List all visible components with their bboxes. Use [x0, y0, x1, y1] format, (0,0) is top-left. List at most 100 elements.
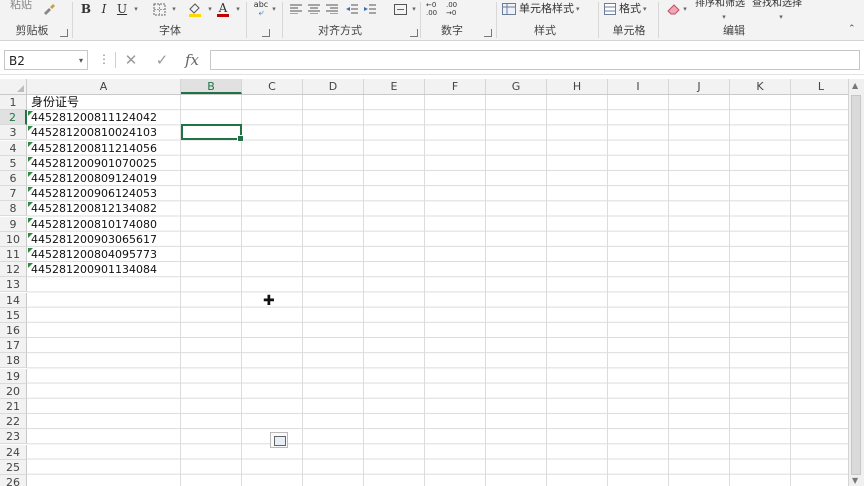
format-button[interactable]: 格式 ▾: [604, 0, 652, 18]
merge-dropdown[interactable]: ▾: [410, 0, 418, 18]
cell-value[interactable]: 445281200901070025: [31, 156, 157, 171]
underline-button[interactable]: U: [114, 0, 130, 18]
row-header-25[interactable]: 25: [0, 459, 27, 475]
column-header-a[interactable]: A: [27, 79, 181, 94]
decrease-indent-icon[interactable]: [344, 0, 360, 18]
merge-icon[interactable]: [392, 0, 408, 18]
cell-value[interactable]: 445281200811124042: [31, 110, 157, 125]
fill-handle[interactable]: [237, 135, 244, 142]
wrap-text-icon[interactable]: abc ⤶: [252, 0, 270, 18]
decrease-decimal-button[interactable]: ←0 .00: [426, 0, 444, 18]
column-header-k[interactable]: K: [730, 79, 791, 94]
column-header-d[interactable]: D: [303, 79, 364, 94]
text-number-warning-icon[interactable]: [28, 232, 33, 238]
row-header-23[interactable]: 23: [0, 429, 27, 445]
eraser-icon[interactable]: ▾: [664, 0, 690, 18]
row-header-14[interactable]: 14: [0, 292, 27, 308]
active-cell[interactable]: [181, 124, 244, 142]
row-header-5[interactable]: 5: [0, 155, 27, 171]
paste-options-icon[interactable]: [270, 432, 288, 448]
name-box[interactable]: B2 ▾: [4, 50, 88, 70]
cell-value[interactable]: 445281200809124019: [31, 171, 157, 186]
column-header-l[interactable]: L: [791, 79, 848, 94]
row-header-4[interactable]: 4: [0, 140, 27, 156]
cell-value[interactable]: 445281200901134084: [31, 262, 157, 277]
row-header-12[interactable]: 12: [0, 262, 27, 278]
text-number-warning-icon[interactable]: [28, 141, 33, 147]
name-box-dropdown-icon[interactable]: ▾: [79, 51, 83, 71]
insert-function-icon[interactable]: fx: [180, 50, 204, 70]
align-right-icon[interactable]: [324, 0, 340, 18]
underline-dropdown[interactable]: ▾: [132, 0, 140, 18]
enter-icon[interactable]: ✓: [150, 50, 174, 70]
scroll-down-icon[interactable]: ▼: [852, 476, 858, 485]
row-header-18[interactable]: 18: [0, 353, 27, 369]
text-number-warning-icon[interactable]: [28, 248, 33, 253]
column-header-c[interactable]: C: [242, 79, 303, 94]
row-header-8[interactable]: 8: [0, 201, 27, 217]
row-header-16[interactable]: 16: [0, 323, 27, 338]
cell-value[interactable]: 445281200903065617: [31, 232, 157, 247]
row-header-1[interactable]: 1: [0, 95, 27, 110]
row-header-20[interactable]: 20: [0, 383, 27, 399]
brush-icon[interactable]: [40, 0, 58, 18]
bold-button[interactable]: B: [78, 0, 94, 18]
row-header-13[interactable]: 13: [0, 277, 27, 293]
row-header-11[interactable]: 11: [0, 247, 27, 262]
row-header-10[interactable]: 10: [0, 231, 27, 247]
border-dropdown[interactable]: ▾: [170, 0, 178, 18]
increase-indent-icon[interactable]: [362, 0, 378, 18]
row-header-19[interactable]: 19: [0, 368, 27, 384]
cell-area[interactable]: 身份证号 445281200811124042 445281200810024103…: [27, 95, 848, 486]
find-select-dropdown[interactable]: ▾: [777, 8, 785, 26]
column-header-b[interactable]: B: [181, 79, 242, 94]
row-header-24[interactable]: 24: [0, 444, 27, 460]
formula-input[interactable]: [210, 50, 860, 70]
align-center-icon[interactable]: [306, 0, 322, 18]
italic-button[interactable]: I: [96, 0, 112, 18]
cell-style-button[interactable]: 单元格样式 ▾: [502, 0, 594, 18]
text-number-warning-icon[interactable]: [28, 202, 33, 208]
text-number-warning-icon[interactable]: [28, 172, 33, 177]
row-header-17[interactable]: 17: [0, 338, 27, 354]
text-number-warning-icon[interactable]: [28, 263, 33, 269]
row-header-3[interactable]: 3: [0, 125, 27, 141]
cancel-icon[interactable]: ✕: [119, 50, 143, 70]
column-header-g[interactable]: G: [486, 79, 547, 94]
scroll-thumb[interactable]: [851, 95, 861, 475]
vertical-scrollbar[interactable]: ▲ ▼: [848, 79, 864, 486]
cell-value[interactable]: 445281200906124053: [31, 186, 157, 201]
text-number-warning-icon[interactable]: [28, 111, 33, 117]
fill-dropdown[interactable]: ▾: [206, 0, 214, 18]
row-header-15[interactable]: 15: [0, 307, 27, 323]
fill-bucket-icon[interactable]: [186, 0, 204, 18]
wrap-dropdown[interactable]: ▾: [270, 0, 278, 18]
cell-value[interactable]: 445281200810024103: [31, 125, 157, 140]
column-header-h[interactable]: H: [547, 79, 608, 94]
paste-button[interactable]: 粘贴: [10, 0, 32, 12]
text-number-warning-icon[interactable]: [28, 187, 33, 193]
row-header-6[interactable]: 6: [0, 171, 27, 186]
align-left-icon[interactable]: [288, 0, 304, 18]
column-header-e[interactable]: E: [364, 79, 425, 94]
border-icon[interactable]: [150, 0, 168, 18]
row-header-2[interactable]: 2: [0, 110, 27, 126]
clipboard-launcher[interactable]: [60, 29, 68, 37]
cell-value[interactable]: 445281200811214056: [31, 141, 157, 156]
text-number-warning-icon[interactable]: [28, 126, 33, 132]
cell-value[interactable]: 445281200812134082: [31, 201, 157, 216]
column-header-i[interactable]: I: [608, 79, 669, 94]
cell-value[interactable]: 445281200810174080: [31, 217, 157, 232]
row-header-26[interactable]: 26: [0, 475, 27, 486]
font-color-dropdown[interactable]: ▾: [234, 0, 242, 18]
header-cell[interactable]: 身份证号: [31, 95, 79, 110]
text-number-warning-icon[interactable]: [28, 217, 33, 223]
text-number-warning-icon[interactable]: [28, 156, 33, 162]
font-color-icon[interactable]: A: [214, 0, 232, 18]
ribbon-collapse-icon[interactable]: ⌃: [848, 24, 856, 34]
formula-bar-grip-icon[interactable]: ⋮: [98, 52, 110, 66]
row-header-21[interactable]: 21: [0, 399, 27, 414]
font-launcher[interactable]: [262, 29, 270, 37]
column-header-j[interactable]: J: [669, 79, 730, 94]
scroll-up-icon[interactable]: ▲: [852, 81, 858, 90]
